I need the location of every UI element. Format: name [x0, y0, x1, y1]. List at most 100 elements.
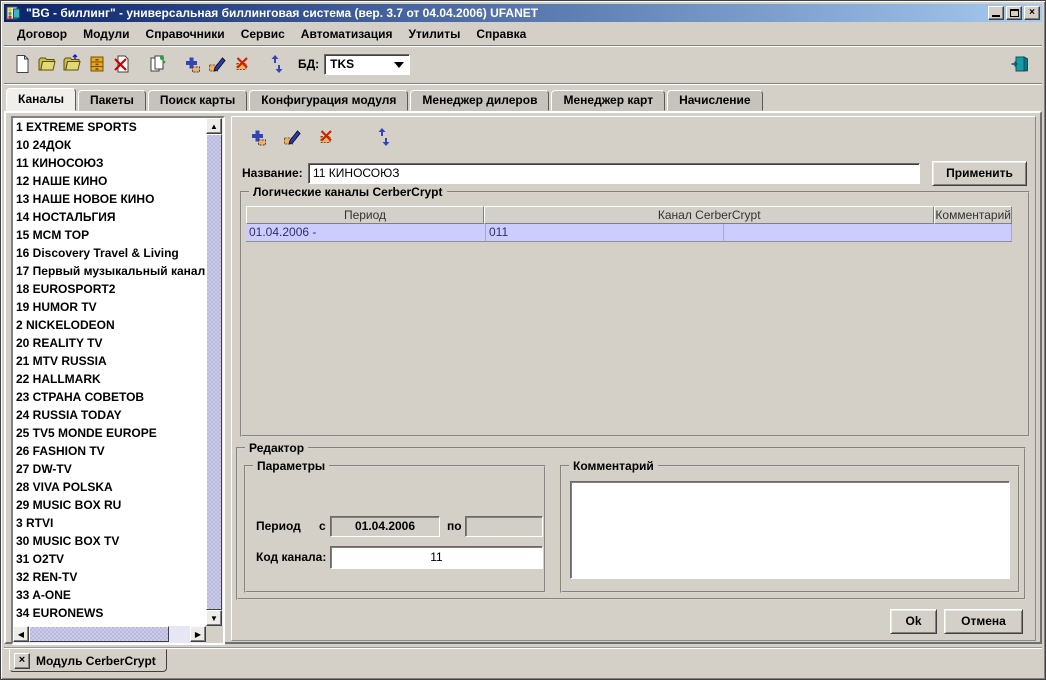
channel-list-item[interactable]: 34 EURONEWS	[13, 604, 206, 622]
logical-channels-group: Логические каналы CerberCrypt ПериодКана…	[240, 191, 1030, 437]
window-title: "BG - биллинг" - универсальная биллингов…	[26, 6, 988, 20]
channel-editor-panel: Название: 11 КИНОСОЮЗ Применить Логическ…	[231, 116, 1036, 641]
apply-button[interactable]: Применить	[932, 161, 1027, 186]
add-record-icon[interactable]	[180, 52, 204, 76]
channel-list-item[interactable]: 20 REALITY TV	[13, 334, 206, 352]
column-header[interactable]: Комментарий	[934, 206, 1012, 224]
period-cell: 01.04.2006 -	[246, 224, 486, 242]
channel-list-item[interactable]: 1 EXTREME SPORTS	[13, 118, 206, 136]
menu-item[interactable]: Утилиты	[400, 25, 468, 43]
refresh-icon[interactable]	[372, 125, 396, 149]
channel-list-item[interactable]: 3 RTVI	[13, 514, 206, 532]
maximize-button[interactable]	[1006, 6, 1022, 20]
tab[interactable]: Менеджер карт	[551, 90, 665, 111]
delete-record-icon[interactable]	[230, 52, 254, 76]
refresh-icon[interactable]	[265, 52, 289, 76]
period-from-field[interactable]: 01.04.2006	[330, 516, 440, 537]
channel-name-input[interactable]: 11 КИНОСОЮЗ	[308, 163, 920, 184]
period-to-field[interactable]	[465, 516, 543, 537]
name-row: Название: 11 КИНОСОЮЗ Применить	[232, 161, 1035, 187]
scroll-left-icon[interactable]: ◀	[13, 626, 29, 642]
table-header: ПериодКанал CerberCryptКомментарий	[246, 206, 1012, 224]
bottom-tab-bar: × Модуль CerberCrypt	[4, 647, 1042, 673]
channel-list-item[interactable]: 10 24ДОК	[13, 136, 206, 154]
vertical-scrollbar[interactable]: ▲ ▼	[206, 118, 223, 626]
channel-list-item[interactable]: 33 A-ONE	[13, 586, 206, 604]
channel-code-input[interactable]: 11	[330, 546, 543, 569]
channel-list-item[interactable]: 19 HUMOR TV	[13, 298, 206, 316]
channel-list-item[interactable]: 31 O2TV	[13, 550, 206, 568]
minimize-button[interactable]	[988, 6, 1004, 20]
open-folder-icon[interactable]	[35, 52, 59, 76]
menu-item[interactable]: Справочники	[138, 25, 233, 43]
tab[interactable]: Менеджер дилеров	[410, 90, 549, 111]
menu-item[interactable]: Модули	[75, 25, 137, 43]
comment-textarea[interactable]	[570, 481, 1010, 579]
from-label: с	[319, 519, 326, 533]
tab[interactable]: Каналы	[6, 88, 76, 111]
menu-item[interactable]: Справка	[468, 25, 534, 43]
edit-record-icon[interactable]	[205, 52, 229, 76]
close-icon[interactable]: ×	[14, 653, 30, 669]
tab[interactable]: Пакеты	[78, 90, 146, 111]
new-document-icon[interactable]	[10, 52, 34, 76]
import-folder-icon[interactable]	[60, 52, 84, 76]
channel-list-item[interactable]: 17 Первый музыкальный канал	[13, 262, 206, 280]
channel-list-item[interactable]: 14 НОСТАЛЬГИЯ	[13, 208, 206, 226]
scroll-up-icon[interactable]: ▲	[206, 118, 222, 134]
channel-list-item[interactable]: 16 Discovery Travel & Living	[13, 244, 206, 262]
close-button[interactable]: ×	[1024, 6, 1040, 20]
exit-door-icon[interactable]	[1008, 52, 1032, 76]
channel-list-item[interactable]: 24 RUSSIA TODAY	[13, 406, 206, 424]
channel-list-item[interactable]: 15 MCM TOP	[13, 226, 206, 244]
channel-list-item[interactable]: 18 EUROSPORT2	[13, 280, 206, 298]
copy-document-icon[interactable]	[145, 52, 169, 76]
bottom-tab-label: Модуль CerberCrypt	[36, 654, 156, 668]
horizontal-scrollbar[interactable]: ◀ ▶	[13, 626, 206, 643]
channel-list-item[interactable]: 21 MTV RUSSIA	[13, 352, 206, 370]
table-body: 01.04.2006 - 011	[246, 224, 1012, 242]
ok-button[interactable]: Ok	[890, 609, 937, 634]
column-header[interactable]: Период	[246, 206, 484, 224]
channel-list-item[interactable]: 11 КИНОСОЮЗ	[13, 154, 206, 172]
channel-list-item[interactable]: 22 HALLMARK	[13, 370, 206, 388]
db-select[interactable]: TKS	[324, 54, 410, 75]
channel-list-item[interactable]: 25 TV5 MONDE EUROPE	[13, 424, 206, 442]
menu-item[interactable]: Сервис	[233, 25, 293, 43]
column-header[interactable]: Канал CerberCrypt	[484, 206, 934, 224]
channel-list-item[interactable]: 13 НАШЕ НОВОЕ КИНО	[13, 190, 206, 208]
channel-list-item[interactable]: 29 MUSIC BOX RU	[13, 496, 206, 514]
name-label: Название:	[242, 166, 303, 180]
channel-list-item[interactable]: 23 СТРАНА СОВЕТОВ	[13, 388, 206, 406]
vertical-scroll-thumb[interactable]	[206, 134, 222, 610]
channel-list-item[interactable]: 30 MUSIC BOX TV	[13, 532, 206, 550]
channel-list-item[interactable]: 12 НАШЕ КИНО	[13, 172, 206, 190]
channel-list-item[interactable]: 26 FASHION TV	[13, 442, 206, 460]
menu-bar: ДоговорМодулиСправочникиСервисАвтоматиза…	[4, 23, 1042, 45]
db-label: БД:	[298, 57, 319, 71]
add-record-icon[interactable]	[246, 125, 270, 149]
comment-group: Комментарий	[560, 465, 1020, 593]
scroll-down-icon[interactable]: ▼	[206, 610, 222, 626]
cancel-button[interactable]: Отмена	[944, 609, 1023, 634]
menu-item[interactable]: Автоматизация	[293, 25, 401, 43]
app-window: "BG - биллинг" - универсальная биллингов…	[0, 0, 1046, 680]
channel-list-item[interactable]: 27 DW-TV	[13, 460, 206, 478]
channel-list-item[interactable]: 2 NICKELODEON	[13, 316, 206, 334]
tab[interactable]: Конфигурация модуля	[249, 90, 408, 111]
menu-item[interactable]: Договор	[9, 25, 75, 43]
delete-document-icon[interactable]	[110, 52, 134, 76]
bottom-tab-module[interactable]: × Модуль CerberCrypt	[9, 649, 167, 672]
tab[interactable]: Поиск карты	[148, 90, 247, 111]
card-file-icon[interactable]	[85, 52, 109, 76]
edit-record-icon[interactable]	[280, 125, 304, 149]
db-selected-value: TKS	[330, 57, 354, 71]
tab[interactable]: Начисление	[667, 90, 763, 111]
horizontal-scroll-thumb[interactable]	[29, 626, 169, 642]
table-row[interactable]: 01.04.2006 - 011	[246, 224, 1012, 242]
channel-list-item[interactable]: 28 VIVA POLSKA	[13, 478, 206, 496]
delete-record-icon[interactable]	[314, 125, 338, 149]
scroll-right-icon[interactable]: ▶	[190, 626, 206, 642]
channel-list-item[interactable]: 32 REN-TV	[13, 568, 206, 586]
toolbar-separator	[255, 52, 265, 76]
